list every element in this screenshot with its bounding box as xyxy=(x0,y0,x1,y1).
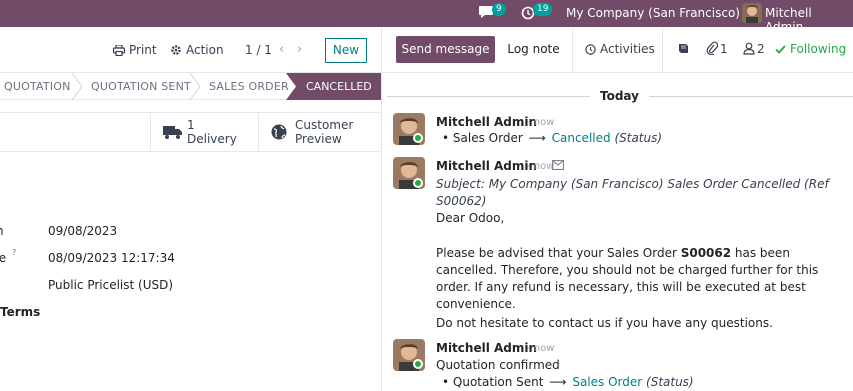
chatter-header-border xyxy=(382,72,853,73)
chatter-separator xyxy=(572,28,573,72)
tracking-field-name: (Status) xyxy=(646,375,694,389)
check-icon xyxy=(775,44,786,54)
message-greeting: Dear Odoo, xyxy=(436,211,505,225)
book-icon[interactable] xyxy=(678,43,689,54)
message-subject: Subject: My Company (San Francisco) Sale… xyxy=(436,177,829,208)
activities-button[interactable]: Activities xyxy=(585,42,655,56)
stage-sales-order[interactable]: SALES ORDER xyxy=(209,80,289,93)
online-status-dot xyxy=(413,178,423,188)
message-date: - now xyxy=(527,117,555,128)
message-paragraph: Do not hesitate to contact us if you hav… xyxy=(436,316,773,330)
tracking-old-value: Quotation Sent xyxy=(452,375,544,389)
preview-line1: Customer xyxy=(295,118,354,132)
envelope-icon xyxy=(552,160,564,170)
bullet: • xyxy=(442,131,450,145)
message-body: Quotation confirmed xyxy=(436,358,560,372)
field-value-order-date[interactable]: 09/08/2023 xyxy=(48,224,117,238)
printer-icon xyxy=(113,44,125,56)
tracking-field-name: (Status) xyxy=(614,131,663,145)
send-message-button[interactable]: Send message xyxy=(396,36,495,63)
clock-icon xyxy=(585,43,596,55)
statusbar: QUOTATION QUOTATION SENT SALES ORDER CAN… xyxy=(0,72,381,100)
action-button[interactable]: Action xyxy=(170,43,224,57)
form-chatter-divider xyxy=(381,27,382,391)
tracking-new-value: Sales Order xyxy=(572,375,643,389)
stage-quotation-sent[interactable]: QUOTATION SENT xyxy=(91,80,191,93)
delivery-count: 1 xyxy=(187,118,195,132)
stage-cancelled[interactable]: CANCELLED xyxy=(286,73,381,100)
payment-terms-label: Terms xyxy=(0,305,41,319)
paperclip-icon[interactable] xyxy=(706,41,718,55)
field-label-quotation-date: te xyxy=(0,251,7,265)
following-label: Following xyxy=(790,42,847,56)
following-button[interactable]: Following xyxy=(775,42,846,56)
activities-label: Activities xyxy=(600,42,655,56)
online-status-dot xyxy=(413,133,423,143)
field-value-pricelist[interactable]: Public Pricelist (USD) xyxy=(48,278,173,292)
tracking-value-line: • Quotation Sent ⟶ Sales Order (Status) xyxy=(442,375,694,389)
activity-count-badge: 19 xyxy=(533,3,553,16)
company-switcher[interactable]: My Company (San Francisco) xyxy=(566,6,740,20)
message-date: - now xyxy=(527,343,555,354)
print-label: Print xyxy=(129,43,157,57)
attachments-count[interactable]: 1 xyxy=(720,42,728,56)
user-icon[interactable] xyxy=(743,42,755,55)
globe-icon xyxy=(271,124,287,140)
user-avatar[interactable] xyxy=(742,3,762,23)
arrow-right-icon: ⟶ xyxy=(549,375,567,389)
top-navbar: 9 19 My Company (San Francisco) Mitchell… xyxy=(0,0,853,34)
tracking-old-value: Sales Order xyxy=(452,131,523,145)
bullet: • xyxy=(442,375,450,389)
message-author[interactable]: Mitchell Admin xyxy=(436,115,537,129)
chevron-left-icon[interactable]: ‹ xyxy=(279,42,284,57)
print-button[interactable]: Print xyxy=(113,43,157,57)
preview-line2: Preview xyxy=(295,132,342,146)
order-reference: S00062 xyxy=(680,246,732,260)
stage-separator xyxy=(72,73,82,100)
field-label-order-date: n xyxy=(0,224,4,238)
stage-quotation[interactable]: QUOTATION xyxy=(4,80,71,93)
customer-preview-smart-button[interactable]: Customer Preview xyxy=(258,113,381,152)
pager-value[interactable]: 1 / 1 xyxy=(245,43,272,57)
tracking-value-line: • Sales Order ⟶ Cancelled (Status) xyxy=(442,131,662,145)
delivery-smart-button[interactable]: 1 Delivery xyxy=(150,113,258,152)
gear-icon xyxy=(171,45,181,55)
tracking-new-value: Cancelled xyxy=(551,131,611,145)
user-menu[interactable]: Mitchell Admin xyxy=(765,6,853,34)
message-text: Please be advised that your Sales Order xyxy=(436,246,681,260)
smart-buttons: 1 Delivery Customer Preview xyxy=(0,112,381,152)
field-value-quotation-date[interactable]: 08/09/2023 12:17:34 xyxy=(48,251,175,265)
log-note-button[interactable]: Log note xyxy=(497,36,570,63)
chatter-separator xyxy=(662,28,663,72)
delivery-label: Delivery xyxy=(187,132,237,146)
date-separator-today: Today xyxy=(590,89,649,103)
tooltip-marker: ? xyxy=(12,248,17,257)
message-author[interactable]: Mitchell Admin xyxy=(436,159,537,173)
arrow-right-icon: ⟶ xyxy=(528,131,546,145)
followers-count[interactable]: 2 xyxy=(757,42,765,56)
chevron-right-icon[interactable]: › xyxy=(297,42,302,57)
online-status-dot xyxy=(413,359,423,369)
action-label: Action xyxy=(186,43,224,57)
message-paragraph: Please be advised that your Sales Order … xyxy=(436,245,836,313)
truck-icon xyxy=(163,126,182,139)
message-date: - now xyxy=(527,161,555,172)
chat-count-badge: 9 xyxy=(492,3,506,16)
new-button[interactable]: New xyxy=(325,38,367,63)
message-author[interactable]: Mitchell Admin xyxy=(436,341,537,355)
stage-separator xyxy=(190,73,200,100)
